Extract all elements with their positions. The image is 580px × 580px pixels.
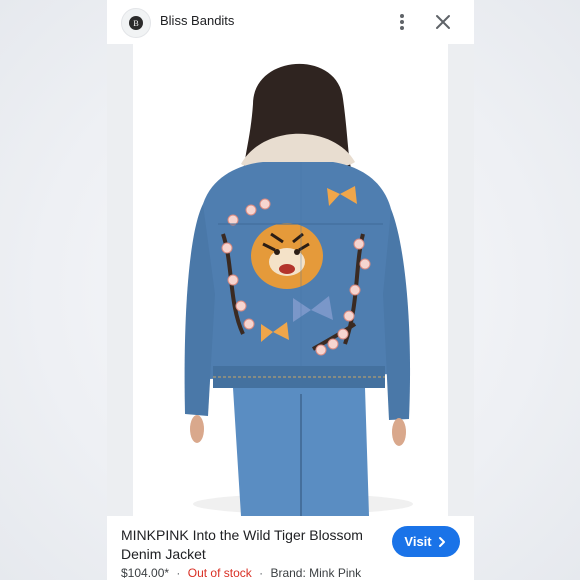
product-image-area — [107, 44, 474, 516]
product-brand: Brand: Mink Pink — [270, 566, 362, 580]
close-button[interactable] — [431, 10, 455, 34]
visit-button-label: Visit — [404, 534, 432, 549]
more-vertical-icon — [400, 14, 404, 30]
stock-status: Out of stock — [187, 566, 252, 580]
product-photo[interactable] — [133, 44, 448, 516]
product-title[interactable]: MINKPINK Into the Wild Tiger Blossom Den… — [121, 526, 381, 564]
site-name[interactable]: Bliss Bandits — [160, 13, 234, 28]
result-header: B Bliss Bandits — [107, 0, 474, 44]
more-options-button[interactable] — [391, 10, 413, 34]
meta-separator: · — [259, 566, 264, 580]
chevron-right-icon — [438, 536, 445, 547]
site-logo-icon[interactable]: B — [121, 8, 151, 38]
meta-separator: · — [176, 566, 181, 580]
visit-button[interactable]: Visit — [392, 526, 460, 557]
svg-text:B: B — [133, 19, 138, 28]
product-meta: $104.00* · Out of stock · Brand: Mink Pi… — [121, 566, 361, 580]
lens-result-card: B Bliss Bandits MINKPINK Into the Wild T… — [107, 0, 474, 580]
product-price: $104.00* — [121, 566, 170, 580]
product-info: MINKPINK Into the Wild Tiger Blossom Den… — [107, 516, 474, 580]
close-icon — [436, 15, 450, 29]
